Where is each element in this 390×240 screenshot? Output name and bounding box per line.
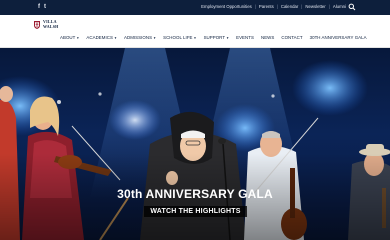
divider: | [328,4,330,9]
hero-banner: 30th ANNIVERSARY GALA WATCH THE HIGHLIGH… [0,48,390,240]
nav-contact[interactable]: CONTACT [281,35,302,41]
chevron-down-icon: ▼ [153,36,157,40]
nav-support[interactable]: SUPPORT ▼ [204,35,230,41]
site-header: VILLA WALSH ABOUT ▼ ACADEMICS ▼ ADMISSIO… [0,15,390,48]
nav-label: ACADEMICS [86,35,113,40]
logo-line-2: WALSH [43,23,59,29]
crest-icon [34,20,40,29]
social-links: f t [38,3,46,11]
utility-link-calendar[interactable]: Calendar [281,4,298,10]
nav-label: ADMISSIONS [124,35,153,40]
chevron-down-icon: ▼ [76,36,80,40]
nav-news[interactable]: NEWS [261,35,274,41]
divider: | [301,4,303,9]
facebook-icon[interactable]: f [38,3,40,11]
utility-bar: f t Employment Opportunities | Parents |… [0,0,390,15]
utility-link-employment[interactable]: Employment Opportunities [201,4,252,10]
chevron-down-icon: ▼ [113,36,117,40]
nav-admissions[interactable]: ADMISSIONS ▼ [124,35,156,41]
nav-label: CONTACT [281,35,303,40]
utility-link-parents[interactable]: Parents [259,4,274,10]
divider: | [276,4,278,9]
nav-label: 30TH ANNIVERSARY GALA [309,35,367,40]
nav-school-life[interactable]: SCHOOL LIFE ▼ [163,35,196,41]
watch-highlights-button[interactable]: WATCH THE HIGHLIGHTS [144,206,247,217]
nav-label: SUPPORT [203,35,226,40]
nav-label: NEWS [260,35,275,40]
nav-label: ABOUT [60,35,76,40]
utility-link-newsletter[interactable]: Newsletter [305,4,325,10]
hero-title: 30th ANNIVERSARY GALA [117,187,273,201]
nav-anniversary-gala[interactable]: 30TH ANNIVERSARY GALA [310,35,367,41]
utility-links: Employment Opportunities | Parents | Cal… [201,4,346,10]
main-nav: ABOUT ▼ ACADEMICS ▼ ADMISSIONS ▼ SCHOOL … [60,35,367,41]
utility-link-alumni[interactable]: Alumni [333,4,346,10]
chevron-down-icon: ▼ [226,36,230,40]
site-logo[interactable]: VILLA WALSH [34,19,59,29]
nav-about[interactable]: ABOUT ▼ [60,35,79,41]
chevron-down-icon: ▼ [193,36,197,40]
nav-label: EVENTS [236,35,254,40]
nav-events[interactable]: EVENTS [236,35,254,41]
nav-label: SCHOOL LIFE [163,35,193,40]
search-icon[interactable] [348,3,356,11]
divider: | [254,4,256,9]
logo-wordmark: VILLA WALSH [43,19,59,29]
nav-academics[interactable]: ACADEMICS ▼ [86,35,117,41]
twitter-icon[interactable]: t [44,3,46,11]
